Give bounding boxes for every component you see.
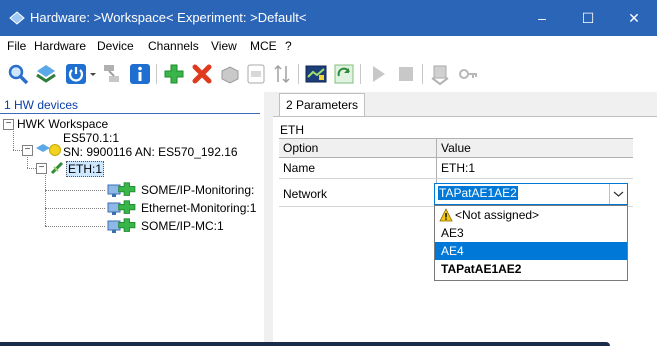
toolbar-separator <box>422 64 423 84</box>
export-icon[interactable] <box>428 62 452 86</box>
disconnect-icon[interactable] <box>100 62 124 86</box>
app-logo-icon <box>9 11 25 25</box>
network-icon[interactable] <box>34 62 58 86</box>
device-online-icon <box>35 140 63 156</box>
tree-line <box>45 172 46 226</box>
tree-item-workspace[interactable]: HWK Workspace <box>17 117 108 131</box>
key-icon[interactable] <box>456 62 480 86</box>
tree-line <box>45 208 105 209</box>
search-icon[interactable] <box>6 62 30 86</box>
tree-item-someip-monitoring[interactable]: SOME/IP-Monitoring: <box>141 183 254 197</box>
tab-parameters[interactable]: 2 Parameters <box>279 93 366 116</box>
option-label: AE4 <box>441 244 464 258</box>
parameters-pane: 2 Parameters ETH Option Value Name ETH:1… <box>273 92 657 346</box>
play-icon[interactable] <box>366 62 390 86</box>
tree-line <box>45 226 105 227</box>
menu-mce[interactable]: MCE <box>250 39 277 53</box>
option-not-assigned[interactable]: <Not assigned> <box>435 206 627 224</box>
pane-header[interactable]: 1 HW devices <box>4 98 78 112</box>
device-icon[interactable] <box>218 62 242 86</box>
row-option-network: Network <box>283 187 328 201</box>
option-ae3[interactable]: AE3 <box>435 224 627 242</box>
option-label: AE3 <box>441 226 464 240</box>
parameters-grid: Option Value Name ETH:1 Network <box>279 138 633 207</box>
power-icon[interactable] <box>64 62 88 86</box>
menu-channels[interactable]: Channels <box>148 39 199 53</box>
monitoring-module-icon <box>106 182 140 198</box>
refresh-icon[interactable] <box>332 62 356 86</box>
title-bar[interactable]: Hardware: >Workspace< Experiment: >Defau… <box>0 0 657 36</box>
pane-header-underline <box>0 113 260 114</box>
hw-devices-pane: 1 HW devices − HWK Workspace − ES570.1:1… <box>0 92 265 346</box>
option-label: TAPatAE1AE2 <box>441 262 522 276</box>
ethernet-port-icon <box>50 161 64 175</box>
menu-device[interactable]: Device <box>97 39 134 53</box>
menu-help[interactable]: ? <box>285 39 292 53</box>
warning-icon <box>439 208 453 222</box>
column-header-option[interactable]: Option <box>283 141 318 155</box>
tree-item-ethernet-monitoring[interactable]: Ethernet-Monitoring:1 <box>141 201 256 215</box>
device-tree: − HWK Workspace − ES570.1:1 SN: 9900116 … <box>0 116 262 346</box>
row-option-name: Name <box>283 161 316 175</box>
toolbar <box>0 56 657 92</box>
tree-line <box>13 128 14 150</box>
sort-icon[interactable] <box>270 62 294 86</box>
collapse-toggle[interactable]: − <box>36 163 47 174</box>
menu-file[interactable]: File <box>7 39 26 53</box>
network-dropdown-list: <Not assigned> AE3 AE4 TAPatAE1AE2 <box>434 205 628 281</box>
collapse-toggle[interactable]: − <box>3 119 14 130</box>
tree-line <box>27 154 28 168</box>
tree-item-eth[interactable]: ETH:1 <box>66 161 105 177</box>
info-icon[interactable] <box>128 62 152 86</box>
tree-line <box>27 168 36 169</box>
tree-line <box>13 150 22 151</box>
network-combobox-value[interactable]: TAPatAE1AE2 <box>438 186 518 200</box>
row-value-name[interactable]: ETH:1 <box>441 161 475 175</box>
application-window: Hardware: >Workspace< Experiment: >Defau… <box>0 0 657 346</box>
close-button[interactable]: ✕ <box>611 0 657 36</box>
section-title: ETH <box>280 123 304 137</box>
delete-icon[interactable] <box>190 62 214 86</box>
option-label: <Not assigned> <box>455 208 540 222</box>
minimize-button[interactable]: – <box>519 0 565 36</box>
module-icon[interactable] <box>244 62 268 86</box>
monitoring-module-icon <box>106 218 140 234</box>
tree-item-someip-mc[interactable]: SOME/IP-MC:1 <box>141 219 224 233</box>
add-icon[interactable] <box>162 62 186 86</box>
menu-view[interactable]: View <box>211 39 237 53</box>
menu-hardware[interactable]: Hardware <box>34 39 86 53</box>
column-header-value[interactable]: Value <box>441 141 471 155</box>
collapse-toggle[interactable]: − <box>22 145 33 156</box>
tab-strip: 2 Parameters <box>273 92 657 117</box>
network-combobox[interactable]: TAPatAE1AE2 <box>434 183 628 205</box>
row-divider <box>279 178 633 179</box>
taskbar-overlay <box>0 342 610 346</box>
chevron-down-icon[interactable] <box>609 184 627 204</box>
pane-splitter[interactable] <box>264 92 273 346</box>
device-info-text: SN: 9900116 AN: ES570_192.16 <box>63 145 238 159</box>
chart-icon[interactable] <box>304 62 328 86</box>
toolbar-separator <box>298 64 299 84</box>
chevron-down-icon[interactable] <box>88 62 98 86</box>
option-ae4[interactable]: AE4 <box>435 242 627 260</box>
window-title: Hardware: >Workspace< Experiment: >Defau… <box>30 10 307 25</box>
menu-bar: File Hardware Device Channels View MCE ? <box>0 36 657 56</box>
toolbar-separator <box>360 64 361 84</box>
tree-item-device[interactable]: ES570.1:1 <box>63 131 119 145</box>
grid-header: Option Value <box>279 139 633 158</box>
stop-icon[interactable] <box>394 62 418 86</box>
toolbar-separator <box>156 64 157 84</box>
maximize-button[interactable]: ☐ <box>565 0 611 36</box>
tree-line <box>45 190 105 191</box>
monitoring-module-icon <box>106 200 140 216</box>
option-tapatae1ae2[interactable]: TAPatAE1AE2 <box>435 260 627 278</box>
